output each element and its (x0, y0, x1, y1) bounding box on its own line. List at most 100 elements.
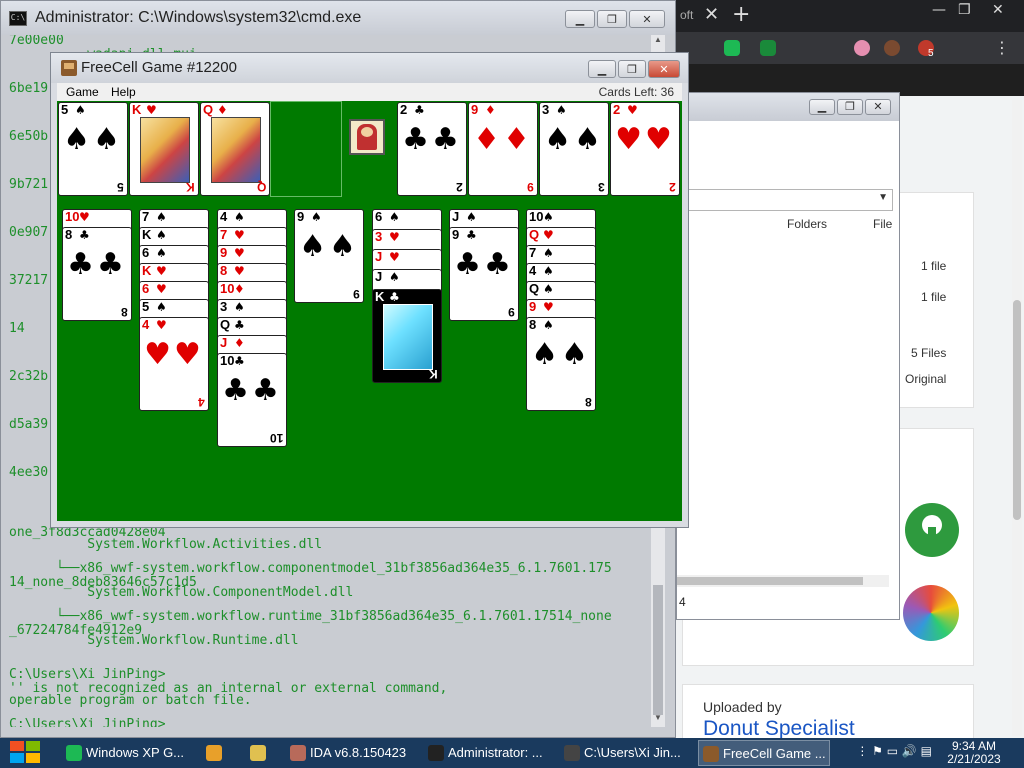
playing-card[interactable]: 9 ♠ ♠♠ 9 (294, 209, 364, 303)
freecell-minimize-button[interactable]: ▁ (588, 60, 616, 78)
card-rank: 10 (65, 209, 80, 224)
tab-title-fragment[interactable]: oft (680, 8, 693, 22)
playing-card[interactable]: 9 ♦ ♦♦ 9 (468, 102, 538, 196)
playing-card[interactable]: 2 ♣ ♣♣ 2 (397, 102, 467, 196)
taskbar-item-label: FreeCell Game ... (723, 746, 826, 761)
card-suit-icon: ♠ (156, 210, 167, 224)
minimize-button[interactable]: ▁ (565, 10, 595, 28)
file-type-label: Original (905, 372, 947, 386)
playing-card[interactable]: K ♣ K (372, 289, 442, 383)
scroll-down-icon[interactable]: ▼ (651, 713, 665, 727)
playing-card[interactable]: 8 ♠ ♠♠ 8 (526, 317, 596, 411)
card-rank: Q (529, 227, 540, 242)
taskbar-item[interactable] (202, 740, 238, 766)
playing-card[interactable]: 2 ♥ ♥♥ 2 (610, 102, 680, 196)
game-table[interactable]: 5♠♠♠5K♥KQ♦Q2♣♣♣29♦♦♦93♠♠♠32♥♥♥210♥♥♥108♣… (57, 101, 682, 521)
file-count-3: 5 Files (911, 346, 947, 360)
extension-chat-icon[interactable] (724, 40, 740, 56)
card-rank: Q (220, 317, 231, 332)
taskbar-item[interactable]: Administrator: ... (424, 740, 554, 766)
card-suit-icon: ♠ (543, 282, 554, 296)
cards-left-counter: Cards Left: 36 (598, 85, 674, 99)
console-line: └──x86_wwf-system.workflow.runtime_31bf3… (9, 609, 612, 624)
taskbar-app-icon (206, 745, 222, 761)
browser-minimize-icon[interactable]: — (932, 2, 946, 18)
browser-scroll-thumb[interactable] (1013, 300, 1021, 520)
browser-tabstrip: oft ✕ + — ❐ ✕ (676, 0, 1024, 32)
close-button[interactable]: ✕ (629, 10, 665, 28)
card-rank: Q (529, 281, 540, 296)
explorer-minimize-button[interactable]: ▁ (809, 99, 835, 115)
card-rank: 9 (471, 102, 479, 117)
taskbar-item[interactable]: Windows XP G... (62, 740, 196, 766)
col-header-file[interactable]: File (873, 217, 892, 231)
taskbar-app-icon (290, 745, 306, 761)
browser-close-icon[interactable]: ✕ (992, 2, 1004, 18)
card-suit-icon: ♥ (543, 228, 554, 242)
taskbar-item[interactable]: C:\Users\Xi Jin... (560, 740, 690, 766)
card-suit-icon: ♠ (556, 103, 567, 117)
card-suit-icon: ♦ (234, 336, 245, 350)
browser-scrollbar[interactable] (1012, 100, 1022, 736)
card-rank: 6 (375, 209, 383, 224)
card-suit-icon: ♥ (389, 250, 400, 264)
chevron-down-icon[interactable]: ▼ (878, 192, 888, 203)
browser-maximize-icon[interactable]: ❐ (958, 2, 971, 18)
card-suit-icon: ♥ (146, 103, 157, 117)
playing-card[interactable]: 5♠♠♠5 (58, 102, 128, 196)
card-rank-corner: 2 (456, 180, 463, 194)
playing-card[interactable]: Q ♦ Q (200, 102, 270, 196)
explorer-maximize-button[interactable]: ❐ (837, 99, 863, 115)
scroll-thumb[interactable] (653, 585, 663, 715)
card-suit-icon: ♥ (234, 228, 245, 242)
explorer-titlebar[interactable]: ▁ ❐ ✕ (677, 93, 899, 121)
freecell-title: FreeCell Game #12200 (81, 59, 237, 76)
playing-card[interactable]: K ♥ K (129, 102, 199, 196)
freecell-titlebar[interactable]: FreeCell Game #12200 ▁ ❐ ✕ (51, 53, 688, 83)
cmd-titlebar[interactable]: C:\ Administrator: C:\Windows\system32\c… (1, 1, 675, 35)
card-suit-icon: ♦ (217, 103, 228, 117)
playing-card[interactable]: 9 ♣ ♣♣ 9 (449, 227, 519, 321)
taskbar-item[interactable]: IDA v6.8.150423 (286, 740, 416, 766)
card-pip-icon: ♠♠ (531, 337, 591, 372)
explorer-hscroll[interactable] (677, 575, 889, 587)
card-rank-corner: Q (256, 180, 266, 194)
free-cell-slot[interactable] (270, 101, 342, 197)
explorer-close-button[interactable]: ✕ (865, 99, 891, 115)
browser-menu-icon[interactable]: ⋮ (994, 38, 1010, 57)
menu-help[interactable]: Help (111, 85, 136, 99)
new-tab-icon[interactable]: + (732, 2, 750, 27)
console-line: System.Workflow.ComponentModel.dll (9, 585, 354, 600)
profile-avatar-icon[interactable] (884, 40, 900, 56)
freecell-app-icon (61, 60, 77, 76)
tab-close-icon[interactable]: ✕ (704, 4, 719, 25)
console-line: 6e50b (9, 129, 49, 144)
col-header-folders[interactable]: Folders (787, 217, 827, 231)
card-rank-corner: 8 (121, 305, 128, 319)
taskbar-item[interactable]: FreeCell Game ... (698, 740, 830, 766)
explorer-address-combo[interactable]: ▼ (677, 189, 893, 211)
freecell-close-button[interactable]: ✕ (648, 60, 680, 78)
menu-game[interactable]: Game (66, 85, 99, 99)
taskbar-item[interactable] (246, 740, 282, 766)
playing-card[interactable]: 10 ♣ ♣♣ 10 (217, 353, 287, 447)
card-pip-icon: ♦♦ (473, 122, 533, 157)
maximize-button[interactable]: ❐ (597, 10, 627, 28)
extension-shield-icon[interactable] (760, 40, 776, 56)
card-rank-corner: 5 (117, 180, 124, 194)
playing-card[interactable]: 4 ♥ ♥♥ 4 (139, 317, 209, 411)
playing-card[interactable]: 8 ♣ ♣♣ 8 (62, 227, 132, 321)
card-pip-icon: ♥♥ (144, 337, 204, 372)
freecell-maximize-button[interactable]: ❐ (618, 60, 646, 78)
card-rank: J (220, 335, 228, 350)
card-rank-corner: K (186, 180, 195, 194)
explorer-hscroll-thumb[interactable] (677, 577, 863, 585)
start-button[interactable] (10, 741, 42, 765)
extension-flag-icon[interactable] (854, 40, 870, 56)
playing-card[interactable]: 3♠♠♠3 (539, 102, 609, 196)
clock[interactable]: 9:34 AM 2/21/2023 (934, 740, 1014, 766)
extension-badge: 5 (928, 48, 934, 59)
card-suit-icon: ♠ (389, 210, 400, 224)
scroll-up-icon[interactable]: ▲ (651, 35, 665, 49)
system-tray[interactable]: ⋮ ⚑ ▭ 🔊 ▤ (856, 744, 932, 758)
